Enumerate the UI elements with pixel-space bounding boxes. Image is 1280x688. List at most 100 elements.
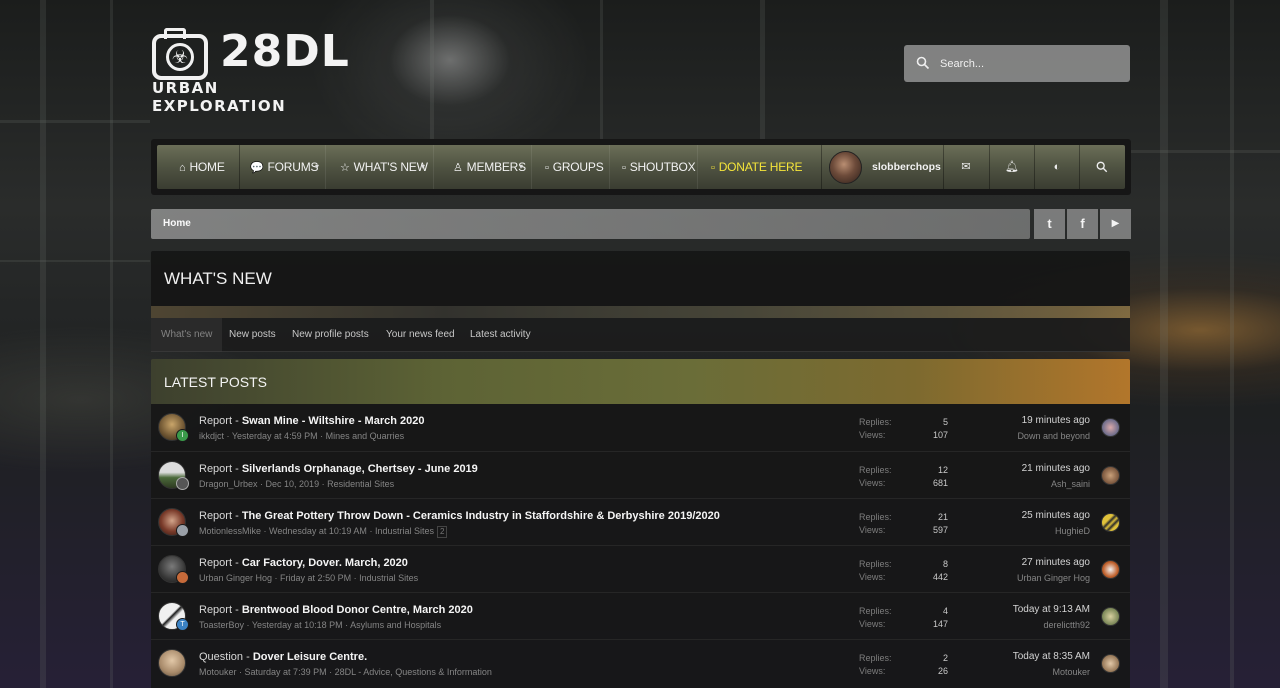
- site-logo[interactable]: ☣ 28DL URBAN EXPLORATION: [150, 26, 349, 115]
- last-poster[interactable]: Down and beyond: [1017, 431, 1090, 441]
- header-search[interactable]: [904, 45, 1130, 82]
- last-poster[interactable]: HughieD: [1055, 526, 1090, 536]
- envelope-icon[interactable]: ✉: [944, 145, 988, 189]
- status-badge: [176, 524, 189, 537]
- replies-count: 4: [942, 606, 948, 616]
- nav-shoutbox[interactable]: ▫ SHOUTBOX: [622, 145, 696, 189]
- last-post-time[interactable]: Today at 8:35 AM: [1013, 651, 1090, 662]
- facebook-icon[interactable]: f: [1067, 209, 1098, 239]
- views-label: Views:: [859, 478, 886, 488]
- last-poster-avatar[interactable]: [1101, 513, 1120, 532]
- last-post-time[interactable]: Today at 9:13 AM: [1013, 604, 1090, 615]
- last-poster[interactable]: Ash_saini: [1051, 479, 1090, 489]
- list-item: Report - Car Factory, Dover. March, 2020…: [151, 545, 1130, 592]
- square-icon: ▫: [711, 162, 715, 174]
- last-poster[interactable]: Motouker: [1052, 667, 1090, 677]
- breadcrumb-home[interactable]: Home: [163, 209, 191, 239]
- decorative-strip: [151, 306, 1130, 318]
- thread-title[interactable]: Report - Swan Mine - Wiltshire - March 2…: [199, 415, 424, 427]
- replies-label: Replies:: [859, 417, 892, 427]
- replies-count: 5: [942, 417, 948, 427]
- list-item: Report - Silverlands Orphanage, Chertsey…: [151, 451, 1130, 498]
- last-post-time[interactable]: 27 minutes ago: [1022, 557, 1090, 568]
- views-count: 107: [932, 430, 948, 440]
- views-count: 597: [932, 525, 948, 535]
- views-label: Views:: [859, 666, 886, 676]
- views-count: 26: [937, 666, 948, 676]
- page-title: WHAT'S NEW: [164, 269, 272, 288]
- status-badge: T: [176, 618, 189, 631]
- latest-posts-header: LATEST POSTS: [151, 359, 1130, 404]
- status-badge: [176, 477, 189, 490]
- views-label: Views:: [859, 430, 886, 440]
- last-post-time[interactable]: 19 minutes ago: [1022, 415, 1090, 426]
- comments-icon: 💬: [250, 162, 264, 174]
- views-count: 442: [932, 572, 948, 582]
- whats-new-tabs: What's new New posts New profile posts Y…: [151, 318, 1130, 352]
- replies-count: 12: [937, 465, 948, 475]
- thread-title[interactable]: Report - The Great Pottery Throw Down - …: [199, 510, 720, 522]
- tab-new-posts[interactable]: New posts: [229, 318, 276, 352]
- theme-toggle-icon[interactable]: ◐: [1035, 145, 1079, 189]
- forums-dropdown-icon[interactable]: ▾: [309, 145, 325, 189]
- thread-meta: ToasterBoy · Yesterday at 10:18 PM · Asy…: [199, 620, 442, 630]
- username-link[interactable]: slobberchops: [872, 145, 941, 189]
- nav-home[interactable]: ⌂ HOME: [179, 145, 225, 189]
- tab-new-profile-posts[interactable]: New profile posts: [292, 318, 369, 352]
- members-dropdown-icon[interactable]: ▾: [513, 145, 529, 189]
- whats-new-dropdown-icon[interactable]: ▾: [415, 145, 431, 189]
- list-item: Question - Dover Leisure Centre. Motouke…: [151, 639, 1130, 686]
- views-label: Views:: [859, 619, 886, 629]
- page-header: WHAT'S NEW: [151, 251, 1130, 306]
- thread-meta: Motouker · Saturday at 7:39 PM · 28DL - …: [199, 667, 492, 677]
- nav-groups[interactable]: ▫ GROUPS: [545, 145, 604, 189]
- replies-label: Replies:: [859, 465, 892, 475]
- main-navigation: ⌂ HOME 💬 FORUMS ▾ ☆ WHAT'S NEW ▾ ♙ MEMBERS ▾…: [151, 139, 1131, 195]
- last-poster-avatar[interactable]: [1101, 654, 1120, 673]
- twitter-icon[interactable]: t: [1034, 209, 1065, 239]
- user-avatar[interactable]: [829, 151, 862, 184]
- last-poster-avatar[interactable]: [1101, 607, 1120, 626]
- status-badge: I: [176, 429, 189, 442]
- last-poster-avatar[interactable]: [1101, 560, 1120, 579]
- star-icon: ☆: [340, 162, 350, 174]
- last-poster-avatar[interactable]: [1101, 466, 1120, 485]
- thread-meta: Dragon_Urbex · Dec 10, 2019 · Residentia…: [199, 479, 395, 489]
- home-icon: ⌂: [179, 162, 186, 174]
- user-icon: ♙: [453, 162, 463, 174]
- last-poster-avatar[interactable]: [1101, 418, 1120, 437]
- list-item: T Report - Brentwood Blood Donor Centre,…: [151, 592, 1130, 639]
- search-input[interactable]: [940, 54, 1120, 74]
- replies-count: 21: [937, 512, 948, 522]
- section-title: LATEST POSTS: [164, 374, 267, 390]
- tab-your-news-feed[interactable]: Your news feed: [386, 318, 455, 352]
- youtube-icon[interactable]: ▶: [1100, 209, 1131, 239]
- nav-donate[interactable]: ▫ DONATE HERE: [711, 145, 802, 189]
- last-poster[interactable]: Urban Ginger Hog: [1017, 573, 1090, 583]
- avatar[interactable]: [158, 649, 186, 677]
- thread-title[interactable]: Report - Car Factory, Dover. March, 2020: [199, 557, 408, 569]
- logo-title: 28DL: [220, 26, 350, 77]
- views-count: 681: [932, 478, 948, 488]
- replies-label: Replies:: [859, 653, 892, 663]
- last-post-time[interactable]: 21 minutes ago: [1022, 463, 1090, 474]
- thread-meta: MotionlessMike · Wednesday at 10:19 AM ·…: [199, 526, 448, 538]
- bell-icon[interactable]: 🔔︎: [990, 145, 1034, 189]
- tab-latest-activity[interactable]: Latest activity: [470, 318, 531, 352]
- thread-title[interactable]: Report - Silverlands Orphanage, Chertsey…: [199, 463, 478, 475]
- search-icon[interactable]: [1096, 161, 1108, 173]
- replies-count: 2: [942, 653, 948, 663]
- thread-title[interactable]: Report - Brentwood Blood Donor Centre, M…: [199, 604, 473, 616]
- replies-label: Replies:: [859, 512, 892, 522]
- list-item: Report - The Great Pottery Throw Down - …: [151, 498, 1130, 545]
- views-label: Views:: [859, 572, 886, 582]
- last-poster[interactable]: derelictth92: [1043, 620, 1090, 630]
- views-count: 147: [932, 619, 948, 629]
- breadcrumb: Home: [151, 209, 1030, 239]
- tab-whats-new[interactable]: What's new: [151, 318, 223, 352]
- logo-subtitle: URBAN EXPLORATION: [152, 79, 287, 115]
- thread-title[interactable]: Question - Dover Leisure Centre.: [199, 651, 367, 663]
- last-post-time[interactable]: 25 minutes ago: [1022, 510, 1090, 521]
- page-jump[interactable]: 2: [436, 526, 448, 538]
- list-item: I Report - Swan Mine - Wiltshire - March…: [151, 404, 1130, 451]
